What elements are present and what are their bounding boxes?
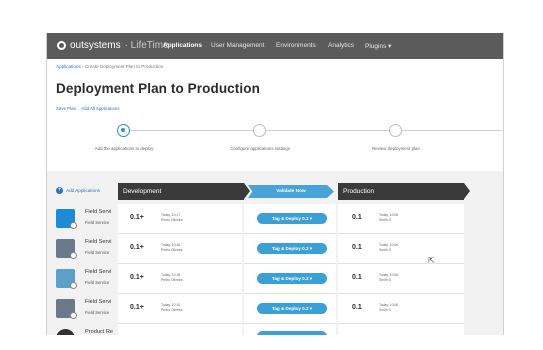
app-icon [56,329,75,335]
mobile-app-badge-icon [70,282,77,289]
deploy-action-cell: Tag & Deploy 0.2 ▾ [244,204,336,234]
dev-version-cell: 0.1+ Today, 10:16 Pedro Oliveira [118,294,242,324]
deploy-action-cell: Tag & Deploy 0.2 ▾ [244,264,336,294]
table-row: Field Servi Field Service 0.1+ Today, 10… [47,204,503,234]
app-name[interactable]: Field Servi [85,209,115,215]
step-3-label: Review deployment plan [372,146,420,151]
dev-version-meta: Today, 10:16 Pedro Oliveira [161,273,182,283]
app-name[interactable]: Field Servi [85,269,115,275]
add-applications-button[interactable]: + Add Applications [56,187,100,194]
dev-version-author: Pedro Oliveira [161,278,183,282]
tag-deploy-button[interactable]: Tag & Deploy 0.2 ▾ [257,273,327,284]
step-3-indicator[interactable] [389,124,402,137]
tag-deploy-button[interactable]: Tag & Deploy 0.2 ▾ [257,213,327,224]
logo-text: outsystems [70,40,121,51]
table-row: Product Re [47,324,503,335]
prod-version: 0.1 [352,274,362,281]
nav-user-management[interactable]: User Management [211,42,264,49]
app-name[interactable]: Field Servi [85,299,115,305]
deploy-action-cell: Tag & Deploy 0.2 ▾ [244,294,336,324]
prod-version-cell: 0.1 Today, 10:06 Smith O [338,204,464,234]
dev-version: 0.1+ [130,304,144,311]
mobile-app-badge-icon [70,252,77,259]
prod-version-author: Smith O [379,218,392,222]
dev-version-meta: Today, 10:17 Pedro Oliveira [161,213,182,223]
dev-version-author: Pedro Oliveira [161,218,183,222]
prod-version: 0.1 [352,214,362,221]
prod-version-cell [338,324,464,335]
prod-version-cell: 0.1 Today, 10:06 Smith O [338,294,464,324]
app-module: Field Service [85,280,110,285]
table-row: Field Servi Field Service 0.1+ Today, 10… [47,264,503,294]
step-1-label: Add the applications to deploy [94,146,154,151]
dev-version-cell: 0.1+ Today, 10:16 Pedro Oliveira [118,234,242,264]
prod-version-meta: Today, 10:06 Smith O [379,273,398,283]
prod-version: 0.1 [352,304,362,311]
validate-now-button[interactable]: Validate Now [248,185,334,198]
page-title: Deployment Plan to Production [56,81,260,96]
nav-applications[interactable]: Applications [163,42,202,49]
plus-icon: + [56,187,63,194]
dev-version-cell [118,324,242,335]
dev-version-meta: Today, 10:16 Pedro Oliveira [161,303,182,313]
outsystems-logo-icon [57,41,66,50]
app-name[interactable]: Product Re [85,329,115,335]
dev-version-cell: 0.1+ Today, 10:17 Pedro Oliveira [118,204,242,234]
app-name[interactable]: Field Servi [85,239,115,245]
wizard-progress-line [129,130,503,131]
prod-version-meta: Today, 10:06 Smith O [379,243,398,253]
prod-version-author: Smith O [379,308,392,312]
outsystems-logo[interactable]: outsystems · LifeTime [57,40,169,51]
plan-actions: Save Plan Add All Applications [56,106,120,111]
dev-version: 0.1+ [130,214,144,221]
step-2-label: Configure applications settings [230,146,290,151]
prod-version-author: Smith O [379,278,392,282]
step-1-indicator[interactable] [117,124,130,137]
tag-deploy-button[interactable] [257,331,327,335]
nav-environments[interactable]: Environments [276,42,316,49]
save-plan-link[interactable]: Save Plan [56,106,76,111]
prod-version-author: Smith O [379,248,392,252]
prod-version-meta: Today, 10:06 Smith O [379,213,398,223]
deploy-action-cell [244,324,336,335]
deploy-action-cell: Tag & Deploy 0.2 ▾ [244,234,336,264]
dev-version-author: Pedro Oliveira [161,308,183,312]
tag-deploy-button[interactable]: Tag & Deploy 0.2 ▾ [257,303,327,314]
breadcrumb: Applications › Create Deployment Plan to… [56,64,163,69]
nav-plugins[interactable]: Plugins ▾ [365,42,391,50]
breadcrumb-applications-link[interactable]: Applications [56,64,81,69]
app-module: Field Service [85,220,110,225]
step-active-dot [121,128,125,132]
app-module: Field Service [85,310,110,315]
tag-deploy-button[interactable]: Tag & Deploy 0.2 ▾ [257,243,327,254]
top-navigation-bar: outsystems · LifeTime Applications User … [47,33,503,59]
prod-version-cell: 0.1 Today, 10:06 Smith O [338,234,464,264]
dev-version-meta: Today, 10:16 Pedro Oliveira [161,243,182,253]
mobile-app-badge-icon [70,222,77,229]
prod-version-cell: 0.1 Today, 10:06 Smith O [338,264,464,294]
prod-version: 0.1 [352,244,362,251]
table-row: Field Servi Field Service 0.1+ Today, 10… [47,294,503,324]
dev-version: 0.1+ [130,244,144,251]
source-environment-header: Development [118,183,250,200]
mouse-cursor-icon: ⇱ [428,256,435,265]
app-module: Field Service [85,250,110,255]
dev-version: 0.1+ [130,274,144,281]
add-applications-label: Add Applications [66,188,100,193]
add-all-applications-link[interactable]: Add All Applications [81,106,119,111]
app-window: outsystems · LifeTime Applications User … [46,33,504,335]
target-environment-header: Production [338,183,470,200]
dev-version-cell: 0.1+ Today, 10:16 Pedro Oliveira [118,264,242,294]
breadcrumb-current: Create Deployment Plan to Production [84,64,164,69]
mobile-app-badge-icon [70,312,77,319]
nav-analytics[interactable]: Analytics [328,42,354,49]
step-2-indicator[interactable] [253,124,266,137]
dev-version-author: Pedro Oliveira [161,248,183,252]
prod-version-meta: Today, 10:06 Smith O [379,303,398,313]
